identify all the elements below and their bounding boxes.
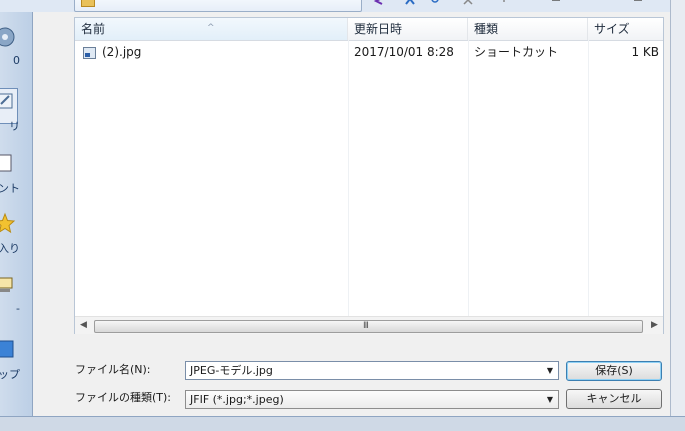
scrollbar-grip: III (363, 321, 369, 331)
views-icon[interactable] (550, 0, 562, 6)
file-modified: 2017/10/01 8:28 (354, 45, 454, 59)
new-folder-icon[interactable] (498, 0, 510, 6)
folder-path-combo[interactable] (74, 0, 362, 12)
place-favorites[interactable]: 入り (0, 212, 32, 268)
places-bar: 0 リ ント 入り - ップ (0, 12, 33, 416)
column-header-name[interactable]: 名前 ^ (75, 18, 348, 40)
desktop-icon (0, 340, 14, 358)
back-arrow-icon[interactable] (372, 0, 384, 6)
column-header-modified[interactable]: 更新日時 (348, 18, 468, 40)
column-header-type[interactable]: 種類 (468, 18, 588, 40)
place-label: - (16, 302, 20, 315)
cancel-button[interactable]: キャンセル (566, 389, 662, 409)
chevron-down-icon[interactable]: ▼ (542, 362, 558, 379)
file-type: ショートカット (474, 45, 559, 59)
filename-input[interactable]: JPEG-モデル.jpg ▼ (185, 361, 559, 380)
filetype-label: ファイルの種類(T): (75, 391, 172, 404)
filetype-value: JFIF (*.jpg;*.jpeg) (190, 393, 284, 406)
window-bottom-edge (0, 416, 685, 431)
place-label: 0 (13, 54, 20, 67)
scrollbar-thumb[interactable]: III (94, 320, 643, 333)
scroll-left-icon[interactable]: ◀ (75, 317, 92, 334)
filename-value: JPEG-モデル.jpg (190, 364, 273, 377)
top-toolbar-strip (0, 0, 685, 12)
place-recent[interactable]: 0 (0, 26, 32, 82)
filetype-select[interactable]: JFIF (*.jpg;*.jpeg) ▼ (185, 390, 559, 409)
list-item[interactable]: (2).jpg 2017/10/01 8:28 ショートカット 1 KB (75, 42, 663, 62)
file-list-view[interactable]: 名前 ^ 更新日時 種類 サイズ (2).jpg 2017/10/01 8:28… (74, 17, 664, 334)
filename-label: ファイル名(N): (75, 363, 151, 376)
chevron-down-icon[interactable]: ▼ (542, 391, 558, 408)
place-label: ント (0, 182, 20, 195)
file-size: 1 KB (631, 45, 659, 59)
horizontal-scrollbar[interactable]: ◀ III ▶ (75, 316, 663, 334)
place-computer[interactable]: - (0, 274, 32, 330)
place-label: リ (9, 120, 20, 133)
place-desktop[interactable]: ップ (0, 338, 32, 394)
column-header-row: 名前 ^ 更新日時 種類 サイズ (75, 18, 663, 41)
scroll-right-icon[interactable]: ▶ (646, 317, 663, 334)
document-icon (0, 154, 12, 172)
star-icon (0, 212, 16, 234)
image-shortcut-icon (83, 47, 96, 59)
place-label: 入り (0, 242, 20, 255)
disc-icon (0, 27, 15, 47)
delete-icon[interactable] (462, 0, 474, 6)
place-label: ップ (0, 368, 20, 381)
save-button[interactable]: 保存(S) (566, 361, 662, 381)
search-icon[interactable] (430, 0, 442, 6)
file-name: (2).jpg (102, 45, 142, 59)
column-header-size[interactable]: サイズ (588, 18, 663, 40)
sort-ascending-icon: ^ (207, 23, 215, 33)
folder-icon (81, 0, 95, 7)
window-right-border (670, 0, 685, 416)
place-documents[interactable]: ント (0, 152, 32, 208)
tools-icon[interactable] (632, 0, 644, 6)
library-icon (0, 93, 13, 109)
computer-icon (0, 277, 13, 292)
up-folder-icon[interactable] (404, 0, 416, 6)
place-library[interactable]: リ (0, 88, 32, 146)
